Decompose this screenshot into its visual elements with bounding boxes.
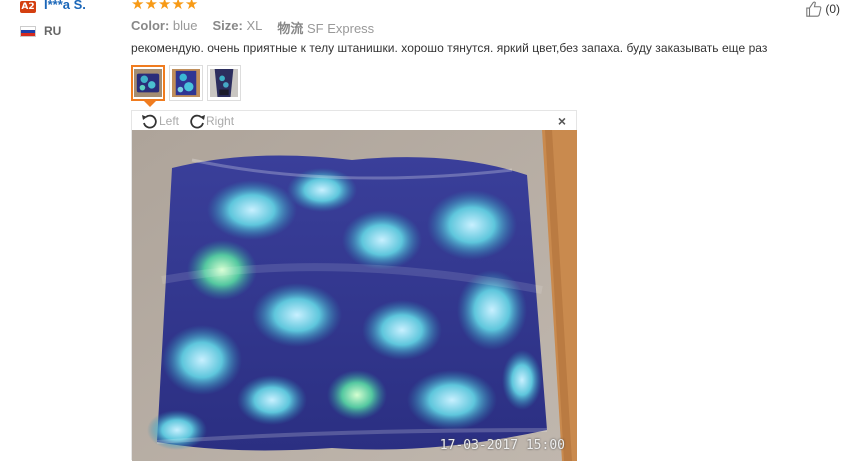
color-value: blue	[172, 18, 198, 33]
rotate-left-button[interactable]: Left	[140, 112, 179, 130]
star-icon: ★	[157, 0, 172, 13]
photo-timestamp: 17-03-2017 15:00	[439, 438, 565, 453]
rotate-left-icon	[142, 114, 157, 129]
rotate-right-label: Right	[206, 113, 235, 128]
star-icon: ★	[144, 0, 158, 13]
close-viewer-button[interactable]: ×	[558, 113, 566, 129]
photo-image	[132, 130, 577, 461]
rotate-right-button[interactable]: Right	[187, 112, 234, 130]
helpful-vote[interactable]: (0)	[805, 0, 840, 18]
viewer-toolbar: Left Right ×	[132, 111, 576, 130]
shipping-label: 物流	[277, 21, 304, 36]
reviewer-country: RU	[44, 24, 62, 38]
rotate-left-label: Left	[159, 113, 180, 128]
photo-thumbnails	[131, 65, 241, 101]
thumbs-up-icon[interactable]	[805, 0, 823, 18]
star-rating: ★ ★ ★ ★ ★	[131, 0, 198, 12]
star-icon: ★	[131, 0, 145, 13]
color-label: Color:	[131, 18, 170, 33]
helpful-count: (0)	[825, 2, 840, 16]
review-text: рекомендую. очень приятные к телу штаниш…	[131, 41, 768, 55]
size-label: Size:	[212, 18, 243, 33]
order-details: Color: blue Size: XL 物流 SF Express	[131, 18, 374, 37]
thumbnail-photo-1[interactable]	[131, 65, 165, 101]
shipping-value: SF Express	[307, 21, 375, 36]
size-value: XL	[246, 18, 263, 33]
thumbnail-image	[210, 69, 238, 97]
star-icon: ★	[184, 0, 199, 13]
russia-flag-icon	[20, 25, 36, 37]
buyer-level-badge: A2	[20, 1, 36, 13]
star-icon: ★	[171, 0, 185, 13]
image-viewer: Left Right × 17-03-2017 15:00	[131, 110, 577, 461]
review-photo: 17-03-2017 15:00	[132, 130, 577, 461]
thumbnail-image	[134, 69, 162, 97]
selected-thumbnail-indicator	[144, 101, 156, 107]
thumbnail-image	[172, 69, 200, 97]
thumbnail-photo-2[interactable]	[169, 65, 203, 101]
thumbnail-photo-3[interactable]	[207, 65, 241, 101]
reviewer-name: I***a S.	[44, 0, 86, 12]
rotate-right-icon	[190, 114, 206, 129]
reviewer-info: A2 I***a S. RU	[20, 0, 125, 38]
